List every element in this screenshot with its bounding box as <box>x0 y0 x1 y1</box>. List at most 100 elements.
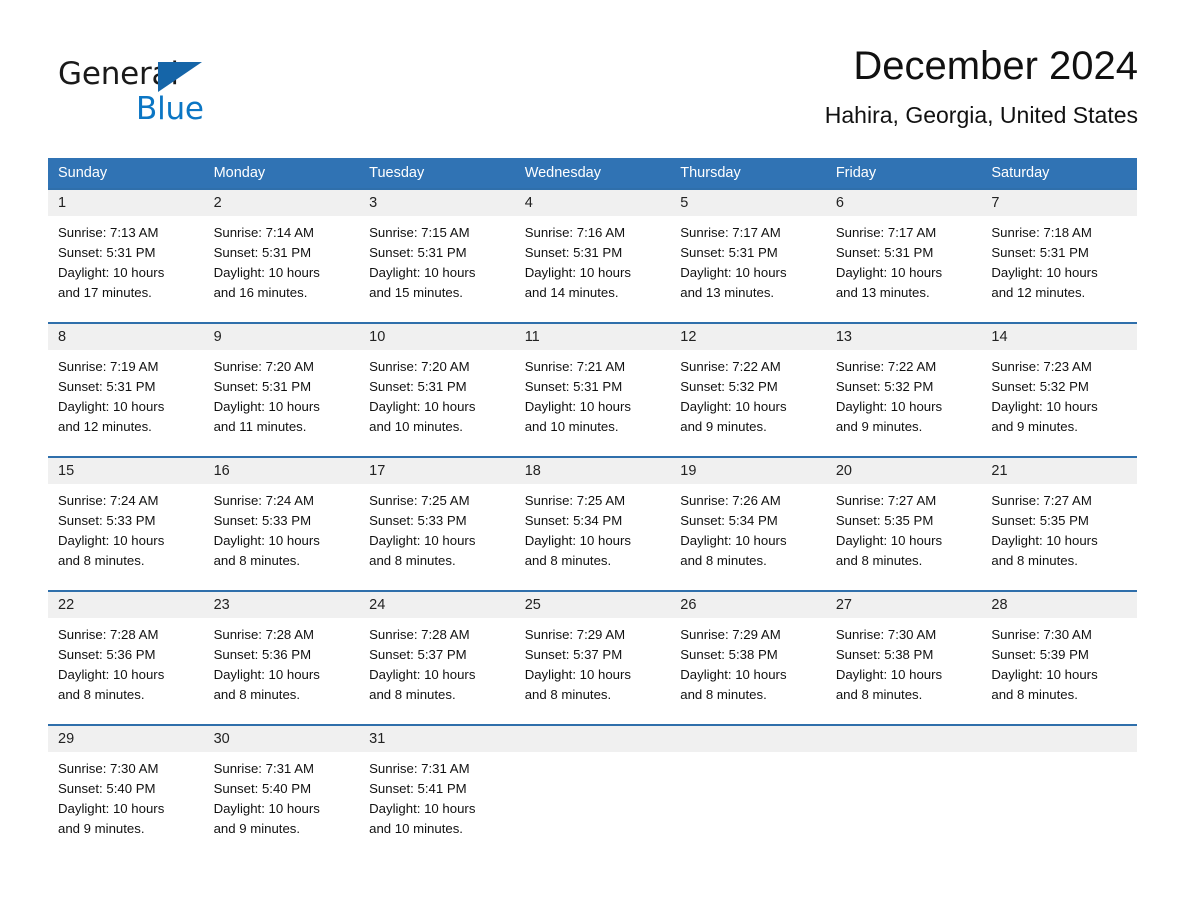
day-info: Sunrise: 7:27 AM Sunset: 5:35 PM Dayligh… <box>826 484 982 571</box>
sunset-text: Sunset: 5:31 PM <box>991 245 1089 260</box>
generalblue-logo[interactable]: General Blue <box>58 55 258 131</box>
sunset-text: Sunset: 5:38 PM <box>835 647 934 662</box>
day-cell[interactable]: 16 Sunrise: 7:24 AM Sunset: 5:33 PM Dayl… <box>203 458 360 590</box>
day-cell[interactable]: 19 Sunrise: 7:26 AM Sunset: 5:34 PM Dayl… <box>670 458 826 590</box>
sunrise-text: Sunrise: 7:16 AM <box>524 225 626 240</box>
sunset-text: Sunset: 5:36 PM <box>58 647 156 662</box>
day-number: 16 <box>203 458 360 484</box>
weekday-header-monday: Monday <box>213 165 266 181</box>
sunset-text: Sunset: 5:36 PM <box>213 647 312 662</box>
day-number: 12 <box>670 324 826 350</box>
day-cell[interactable]: 23 Sunrise: 7:28 AM Sunset: 5:36 PM Dayl… <box>203 592 360 724</box>
daylight-text-line2: and 8 minutes. <box>369 553 456 568</box>
day-cell[interactable]: 11 Sunrise: 7:21 AM Sunset: 5:31 PM Dayl… <box>514 324 671 456</box>
daylight-text-line1: Daylight: 10 hours <box>369 801 476 816</box>
day-cell[interactable]: 22 Sunrise: 7:28 AM Sunset: 5:36 PM Dayl… <box>48 592 204 724</box>
sunset-text: Sunset: 5:39 PM <box>991 647 1089 662</box>
daylight-text-line1: Daylight: 10 hours <box>524 533 631 548</box>
day-cell[interactable]: 7 Sunrise: 7:18 AM Sunset: 5:31 PM Dayli… <box>981 190 1137 322</box>
day-info: Sunrise: 7:25 AM Sunset: 5:34 PM Dayligh… <box>515 484 671 571</box>
sunrise-text: Sunrise: 7:31 AM <box>213 761 314 776</box>
daylight-text-line1: Daylight: 10 hours <box>680 533 787 548</box>
day-cell[interactable]: 30 Sunrise: 7:31 AM Sunset: 5:40 PM Dayl… <box>203 726 360 858</box>
sunset-text: Sunset: 5:31 PM <box>369 379 467 394</box>
daylight-text-line2: and 8 minutes. <box>58 553 145 568</box>
daylight-text-line2: and 8 minutes. <box>524 553 612 568</box>
day-cell[interactable]: 6 Sunrise: 7:17 AM Sunset: 5:31 PM Dayli… <box>825 190 982 322</box>
day-info: Sunrise: 7:22 AM Sunset: 5:32 PM Dayligh… <box>826 350 982 437</box>
day-number: 5 <box>670 190 826 216</box>
daylight-text-line1: Daylight: 10 hours <box>213 667 320 682</box>
sunrise-text: Sunrise: 7:26 AM <box>680 493 781 508</box>
day-cell[interactable]: 14 Sunrise: 7:23 AM Sunset: 5:32 PM Dayl… <box>981 324 1137 456</box>
sunrise-text: Sunrise: 7:23 AM <box>991 359 1092 374</box>
day-info: Sunrise: 7:31 AM Sunset: 5:41 PM Dayligh… <box>359 752 515 839</box>
daylight-text-line1: Daylight: 10 hours <box>213 801 320 816</box>
day-info: Sunrise: 7:14 AM Sunset: 5:31 PM Dayligh… <box>204 216 360 303</box>
daylight-text-line2: and 13 minutes. <box>680 285 775 300</box>
weekday-header-saturday: Saturday <box>991 165 1050 181</box>
sunrise-text: Sunrise: 7:28 AM <box>213 627 314 642</box>
daylight-text-line2: and 9 minutes. <box>58 821 145 836</box>
day-info: Sunrise: 7:30 AM Sunset: 5:38 PM Dayligh… <box>826 618 982 705</box>
day-cell[interactable]: 26 Sunrise: 7:29 AM Sunset: 5:38 PM Dayl… <box>670 592 826 724</box>
day-cell[interactable]: 25 Sunrise: 7:29 AM Sunset: 5:37 PM Dayl… <box>514 592 671 724</box>
daylight-text-line1: Daylight: 10 hours <box>680 265 787 280</box>
sunrise-text: Sunrise: 7:27 AM <box>991 493 1092 508</box>
day-cell[interactable]: 5 Sunrise: 7:17 AM Sunset: 5:31 PM Dayli… <box>670 190 826 322</box>
day-number: 3 <box>359 190 515 216</box>
day-info: Sunrise: 7:31 AM Sunset: 5:40 PM Dayligh… <box>204 752 360 839</box>
daylight-text-line1: Daylight: 10 hours <box>58 801 165 816</box>
day-info: Sunrise: 7:27 AM Sunset: 5:35 PM Dayligh… <box>981 484 1137 571</box>
sunrise-text: Sunrise: 7:19 AM <box>58 359 159 374</box>
day-info: Sunrise: 7:17 AM Sunset: 5:31 PM Dayligh… <box>670 216 826 303</box>
day-info: Sunrise: 7:16 AM Sunset: 5:31 PM Dayligh… <box>515 216 671 303</box>
daylight-text-line2: and 9 minutes. <box>680 419 767 434</box>
sunset-text: Sunset: 5:41 PM <box>369 781 467 796</box>
day-number: 25 <box>514 592 671 618</box>
day-cell[interactable]: 10 Sunrise: 7:20 AM Sunset: 5:31 PM Dayl… <box>359 324 515 456</box>
sunset-text: Sunset: 5:33 PM <box>213 513 312 528</box>
day-cell[interactable]: 31 Sunrise: 7:31 AM Sunset: 5:41 PM Dayl… <box>359 726 515 858</box>
day-cell[interactable]: 8 Sunrise: 7:19 AM Sunset: 5:31 PM Dayli… <box>48 324 204 456</box>
day-cell[interactable]: 24 Sunrise: 7:28 AM Sunset: 5:37 PM Dayl… <box>359 592 515 724</box>
sunset-text: Sunset: 5:33 PM <box>369 513 467 528</box>
day-cell[interactable]: 29 Sunrise: 7:30 AM Sunset: 5:40 PM Dayl… <box>48 726 204 858</box>
daylight-text-line1: Daylight: 10 hours <box>58 399 165 414</box>
sunrise-text: Sunrise: 7:29 AM <box>524 627 626 642</box>
daylight-text-line2: and 8 minutes. <box>991 553 1078 568</box>
day-cell[interactable]: 9 Sunrise: 7:20 AM Sunset: 5:31 PM Dayli… <box>203 324 360 456</box>
day-cell[interactable]: 20 Sunrise: 7:27 AM Sunset: 5:35 PM Dayl… <box>825 458 982 590</box>
day-cell[interactable]: 15 Sunrise: 7:24 AM Sunset: 5:33 PM Dayl… <box>48 458 204 590</box>
day-cell[interactable]: 1 Sunrise: 7:13 AM Sunset: 5:31 PM Dayli… <box>48 190 204 322</box>
sunrise-text: Sunrise: 7:30 AM <box>58 761 159 776</box>
day-cell[interactable]: 12 Sunrise: 7:22 AM Sunset: 5:32 PM Dayl… <box>670 324 826 456</box>
sunset-text: Sunset: 5:37 PM <box>524 647 623 662</box>
day-number: 17 <box>359 458 515 484</box>
daylight-text-line1: Daylight: 10 hours <box>58 533 165 548</box>
sunset-text: Sunset: 5:32 PM <box>835 379 934 394</box>
sunset-text: Sunset: 5:38 PM <box>680 647 778 662</box>
calendar-grid: Sunday Monday Tuesday Wednesday Thursday… <box>48 158 1137 858</box>
sunset-text: Sunset: 5:31 PM <box>835 245 934 260</box>
day-number: 26 <box>670 592 826 618</box>
day-info: Sunrise: 7:29 AM Sunset: 5:37 PM Dayligh… <box>515 618 671 705</box>
daylight-text-line1: Daylight: 10 hours <box>680 667 787 682</box>
sunset-text: Sunset: 5:31 PM <box>524 245 623 260</box>
day-number <box>825 726 982 752</box>
day-cell[interactable]: 3 Sunrise: 7:15 AM Sunset: 5:31 PM Dayli… <box>359 190 515 322</box>
daylight-text-line1: Daylight: 10 hours <box>213 533 320 548</box>
sunrise-text: Sunrise: 7:30 AM <box>991 627 1092 642</box>
day-cell[interactable]: 18 Sunrise: 7:25 AM Sunset: 5:34 PM Dayl… <box>514 458 671 590</box>
day-cell[interactable]: 21 Sunrise: 7:27 AM Sunset: 5:35 PM Dayl… <box>981 458 1137 590</box>
day-cell[interactable]: 2 Sunrise: 7:14 AM Sunset: 5:31 PM Dayli… <box>203 190 360 322</box>
sunrise-text: Sunrise: 7:22 AM <box>835 359 937 374</box>
day-cell[interactable]: 4 Sunrise: 7:16 AM Sunset: 5:31 PM Dayli… <box>514 190 671 322</box>
page-header: General Blue December 2024 Hahira, Georg… <box>48 40 1138 150</box>
day-cell[interactable]: 28 Sunrise: 7:30 AM Sunset: 5:39 PM Dayl… <box>981 592 1137 724</box>
sunset-text: Sunset: 5:35 PM <box>835 513 934 528</box>
day-cell[interactable]: 13 Sunrise: 7:22 AM Sunset: 5:32 PM Dayl… <box>825 324 982 456</box>
day-cell[interactable]: 27 Sunrise: 7:30 AM Sunset: 5:38 PM Dayl… <box>825 592 982 724</box>
day-cell[interactable]: 17 Sunrise: 7:25 AM Sunset: 5:33 PM Dayl… <box>359 458 515 590</box>
week-row: 29 Sunrise: 7:30 AM Sunset: 5:40 PM Dayl… <box>48 724 1137 858</box>
